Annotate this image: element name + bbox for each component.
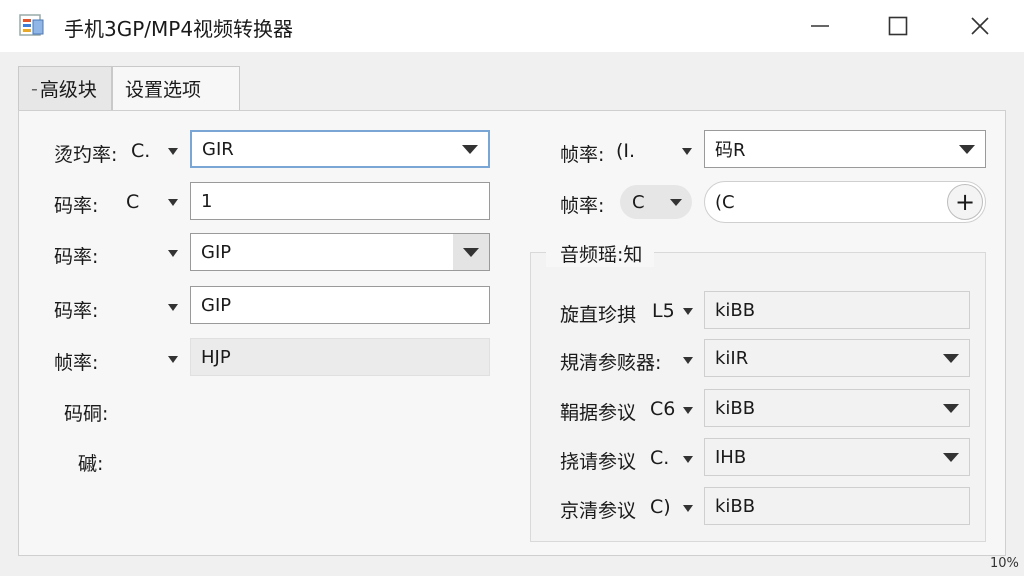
combo-field[interactable]: kiIR (704, 339, 970, 377)
chevron-down-icon (943, 452, 959, 462)
combo-field[interactable]: IHB (704, 438, 970, 476)
chevron-down-icon[interactable] (168, 199, 178, 206)
field-unit: C6 (650, 398, 676, 420)
tab-prefix: - (31, 77, 38, 100)
dropdown-button[interactable] (452, 132, 488, 166)
window-title: 手机3GP/MP4视频转换器 (64, 17, 294, 41)
field-label: 帧率: (560, 195, 605, 217)
dropdown-button[interactable] (933, 390, 969, 426)
field-unit: C. (131, 140, 151, 162)
field-value: kiBB (715, 495, 756, 517)
combo-value: GIP (201, 241, 232, 263)
chevron-down-icon[interactable] (683, 308, 693, 315)
maximize-button[interactable] (858, 0, 938, 52)
field-label: 烫玓率: (54, 144, 118, 166)
field-label: 帧率: (560, 144, 605, 166)
field-value: HJP (201, 346, 231, 368)
combo-value: kiIR (715, 347, 749, 369)
field-unit: L5 (652, 300, 675, 322)
combo-field[interactable]: GIR (190, 130, 490, 168)
pill-value: C (632, 191, 645, 213)
combo-value: GIR (202, 138, 234, 160)
combo-field[interactable]: 码R (704, 130, 986, 168)
chevron-down-icon[interactable] (683, 357, 693, 364)
chevron-down-icon[interactable] (683, 456, 693, 463)
maximize-icon (888, 16, 908, 36)
chevron-down-icon (943, 403, 959, 413)
combo-field[interactable]: GIP (190, 233, 490, 271)
add-button[interactable]: + (947, 184, 983, 220)
tab-label: 设置选项 (125, 79, 202, 101)
field-label: 码率: (54, 300, 99, 322)
field-value: kiBB (715, 299, 756, 321)
minimize-button[interactable] (780, 0, 860, 52)
field-label: 挠请参议 (560, 451, 637, 473)
field-label: 京清参议 (560, 500, 637, 522)
tab-advanced[interactable]: - 高级块 (18, 66, 112, 110)
app-icon (19, 14, 44, 36)
combo-value: IHB (715, 446, 747, 468)
field-label: 帧率: (54, 352, 99, 374)
chevron-down-icon[interactable] (168, 356, 178, 363)
combo-value: kiBB (715, 397, 756, 419)
input-value: 1 (201, 190, 213, 212)
bitrate-input[interactable]: 1 (190, 182, 490, 220)
field-label: 規清参赅器: (560, 352, 662, 374)
chevron-down-icon[interactable] (168, 304, 178, 311)
readonly-field: kiBB (704, 487, 970, 525)
close-icon (971, 17, 989, 35)
combo-value: 码R (715, 140, 746, 161)
field-label: 旋直珍掑 (560, 304, 637, 326)
plus-icon: + (954, 188, 976, 216)
combo-field[interactable]: kiBB (704, 389, 970, 427)
chevron-down-icon[interactable] (168, 148, 178, 155)
text-input[interactable]: GIP (190, 286, 490, 324)
input-value: GIP (201, 294, 232, 316)
static-label: 码硐: (64, 403, 109, 425)
field-label: 鞙据参议 (560, 402, 637, 424)
chevron-down-icon (959, 144, 975, 154)
tab-label: 高级块 (39, 79, 97, 101)
minimize-icon (811, 25, 829, 27)
chevron-down-icon (462, 144, 478, 154)
chevron-down-icon[interactable] (683, 407, 693, 414)
field-unit: (I. (616, 140, 636, 162)
field-label: 码率: (54, 246, 99, 268)
chevron-down-icon[interactable] (682, 148, 692, 155)
readonly-field: HJP (190, 338, 490, 376)
chevron-down-icon (670, 199, 682, 206)
field-unit: C (126, 191, 140, 213)
dropdown-button[interactable] (453, 234, 489, 270)
field-label: 码率: (54, 195, 99, 217)
dropdown-button[interactable] (933, 340, 969, 376)
static-label: 磩: (78, 453, 104, 475)
close-button[interactable] (940, 0, 1020, 52)
chevron-down-icon[interactable] (168, 250, 178, 257)
chevron-down-icon (463, 247, 479, 257)
unit-dropdown[interactable]: C (620, 185, 692, 219)
chevron-down-icon (943, 353, 959, 363)
dropdown-button[interactable] (949, 131, 985, 167)
readonly-field: kiBB (704, 291, 970, 329)
stepper-field[interactable]: (C + (704, 181, 986, 223)
tab-settings[interactable]: 设置选项 (112, 66, 240, 110)
zoom-indicator: 10% (990, 556, 1019, 571)
group-title: 音频瑶:知 (546, 240, 655, 267)
title-bar: 手机3GP/MP4视频转换器 (0, 0, 1024, 52)
chevron-down-icon[interactable] (683, 505, 693, 512)
field-unit: C. (650, 447, 670, 469)
dropdown-button[interactable] (933, 439, 969, 475)
field-unit: C) (650, 496, 671, 518)
stepper-value: (C (715, 191, 735, 213)
